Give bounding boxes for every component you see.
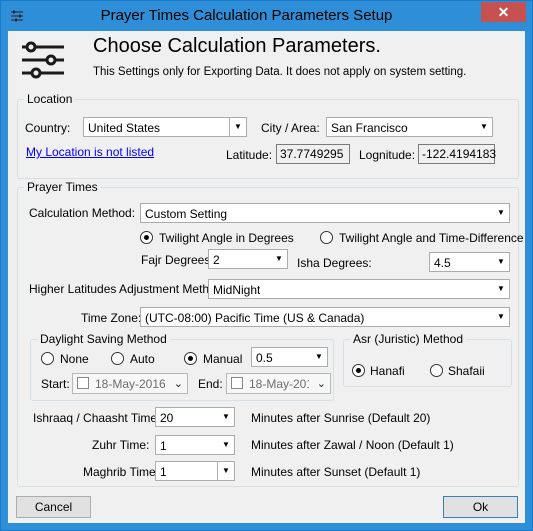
dst-end-label: End: [198, 377, 223, 391]
asr-hanafi-radio[interactable] [352, 364, 365, 377]
chevron-down-icon: ▼ [275, 254, 283, 263]
ishraaq-value: 20 [160, 411, 174, 425]
longitude-field[interactable]: -122.4194183 [418, 144, 496, 164]
ok-button[interactable]: Ok [443, 496, 518, 518]
dst-end-date[interactable]: 18-May-2016 ⌄ [226, 373, 331, 394]
title-bar: Prayer Times Calculation Parameters Setu… [1, 1, 532, 31]
dst-manual-value: 0.5 [256, 351, 273, 365]
calc-method-label: Calculation Method: [29, 206, 136, 220]
asr-legend: Asr (Juristic) Method [350, 332, 467, 346]
dst-none-label: None [60, 352, 89, 366]
chevron-down-icon: ▼ [222, 440, 230, 449]
dst-start-date[interactable]: 18-May-2016 ⌄ [72, 373, 188, 394]
ishraaq-select[interactable]: 20 ▼ [155, 407, 235, 427]
chevron-down-icon: ⌄ [316, 378, 326, 390]
twilight-time-label: Twilight Angle and Time-Difference [339, 231, 524, 245]
city-value: San Francisco [331, 121, 408, 135]
start-date-value: 18-May-2016 [95, 377, 165, 391]
chevron-down-icon: ▼ [497, 208, 505, 217]
location-not-listed-link[interactable]: My Location is not listed [26, 145, 154, 159]
isha-degrees-value: 4.5 [434, 256, 451, 270]
chevron-down-icon: ▼ [229, 118, 246, 136]
close-button[interactable]: ✕ [481, 2, 526, 22]
dst-none-radio[interactable] [41, 352, 54, 365]
twilight-time-radio[interactable] [320, 231, 333, 244]
high-lat-select[interactable]: MidNight ▼ [208, 279, 510, 299]
isha-degrees-select[interactable]: 4.5 ▼ [429, 252, 510, 272]
latitude-field[interactable]: 37.7749295 [276, 144, 350, 164]
chevron-down-icon: ▼ [217, 462, 234, 480]
dst-start-label: Start: [41, 377, 70, 391]
dst-manual-radio[interactable] [184, 352, 197, 365]
country-select[interactable]: United States ▼ [83, 117, 247, 137]
chevron-down-icon: ▼ [480, 122, 488, 131]
timezone-value: (UTC-08:00) Pacific Time (US & Canada) [145, 311, 365, 325]
dst-manual-select[interactable]: 0.5 ▼ [251, 347, 328, 367]
fajr-degrees-select[interactable]: 2 ▼ [208, 249, 288, 269]
fajr-degrees-label: Fajr Degrees: [141, 253, 214, 267]
ishraaq-note: Minutes after Sunrise (Default 20) [251, 411, 431, 425]
chevron-down-icon: ▼ [222, 412, 230, 421]
location-legend: Location [24, 92, 76, 106]
settings-sliders-icon [22, 41, 64, 79]
chevron-down-icon: ▼ [497, 312, 505, 321]
cancel-button[interactable]: Cancel [16, 496, 91, 518]
zuhr-select[interactable]: 1 ▼ [155, 435, 235, 455]
high-lat-label: Higher Latitudes Adjustment Method: [29, 282, 226, 296]
timezone-select[interactable]: (UTC-08:00) Pacific Time (US & Canada) ▼ [140, 307, 510, 327]
asr-shafaii-label: Shafaii [448, 364, 485, 378]
latitude-label: Latitude: [226, 148, 273, 162]
maghrib-note: Minutes after Sunset (Default 1) [251, 465, 421, 479]
dst-auto-label: Auto [130, 352, 155, 366]
longitude-label: Lognitude: [359, 148, 416, 162]
calc-method-value: Custom Setting [145, 207, 228, 221]
location-group: Location [17, 92, 519, 179]
chevron-down-icon: ▼ [497, 257, 505, 266]
isha-degrees-label: Isha Degrees: [297, 256, 372, 270]
page-heading: Choose Calculation Parameters. [93, 35, 381, 57]
twilight-degrees-label: Twilight Angle in Degrees [159, 231, 294, 245]
dst-auto-radio[interactable] [111, 352, 124, 365]
city-label: City / Area: [261, 121, 320, 135]
twilight-degrees-radio[interactable] [140, 231, 153, 244]
dst-legend: Daylight Saving Method [37, 332, 170, 346]
start-date-checkbox[interactable] [77, 377, 89, 389]
chevron-down-icon: ▼ [315, 352, 323, 361]
end-date-checkbox[interactable] [231, 377, 243, 389]
city-select[interactable]: San Francisco ▼ [326, 117, 493, 137]
zuhr-value: 1 [160, 439, 167, 453]
asr-shafaii-radio[interactable] [430, 364, 443, 377]
timezone-label: Time Zone: [81, 311, 142, 325]
window-title: Prayer Times Calculation Parameters Setu… [100, 7, 393, 24]
page-subtext: This Settings only for Exporting Data. I… [93, 66, 467, 78]
end-date-value: 18-May-2016 [249, 377, 309, 391]
zuhr-note: Minutes after Zawal / Noon (Default 1) [251, 438, 454, 452]
dialog-client: Choose Calculation Parameters. This Sett… [8, 31, 525, 523]
fajr-degrees-value: 2 [213, 253, 220, 267]
high-lat-value: MidNight [213, 283, 261, 297]
maghrib-select[interactable]: 1 ▼ [155, 461, 235, 481]
prayer-times-legend: Prayer Times [24, 180, 101, 194]
asr-hanafi-label: Hanafi [370, 364, 405, 378]
chevron-down-icon: ⌄ [173, 378, 183, 390]
zuhr-label: Zuhr Time: [92, 438, 150, 452]
country-value: United States [88, 121, 161, 135]
maghrib-value: 1 [160, 465, 167, 479]
chevron-down-icon: ▼ [497, 284, 505, 293]
ishraaq-label: Ishraaq / Chaasht Time: [33, 411, 161, 425]
dialog-window: Prayer Times Calculation Parameters Setu… [0, 0, 533, 531]
calc-method-select[interactable]: Custom Setting ▼ [140, 203, 510, 223]
maghrib-label: Maghrib Time: [83, 465, 160, 479]
country-label: Country: [25, 121, 71, 135]
asr-group: Asr (Juristic) Method [343, 332, 512, 387]
dst-manual-label: Manual [203, 352, 243, 366]
